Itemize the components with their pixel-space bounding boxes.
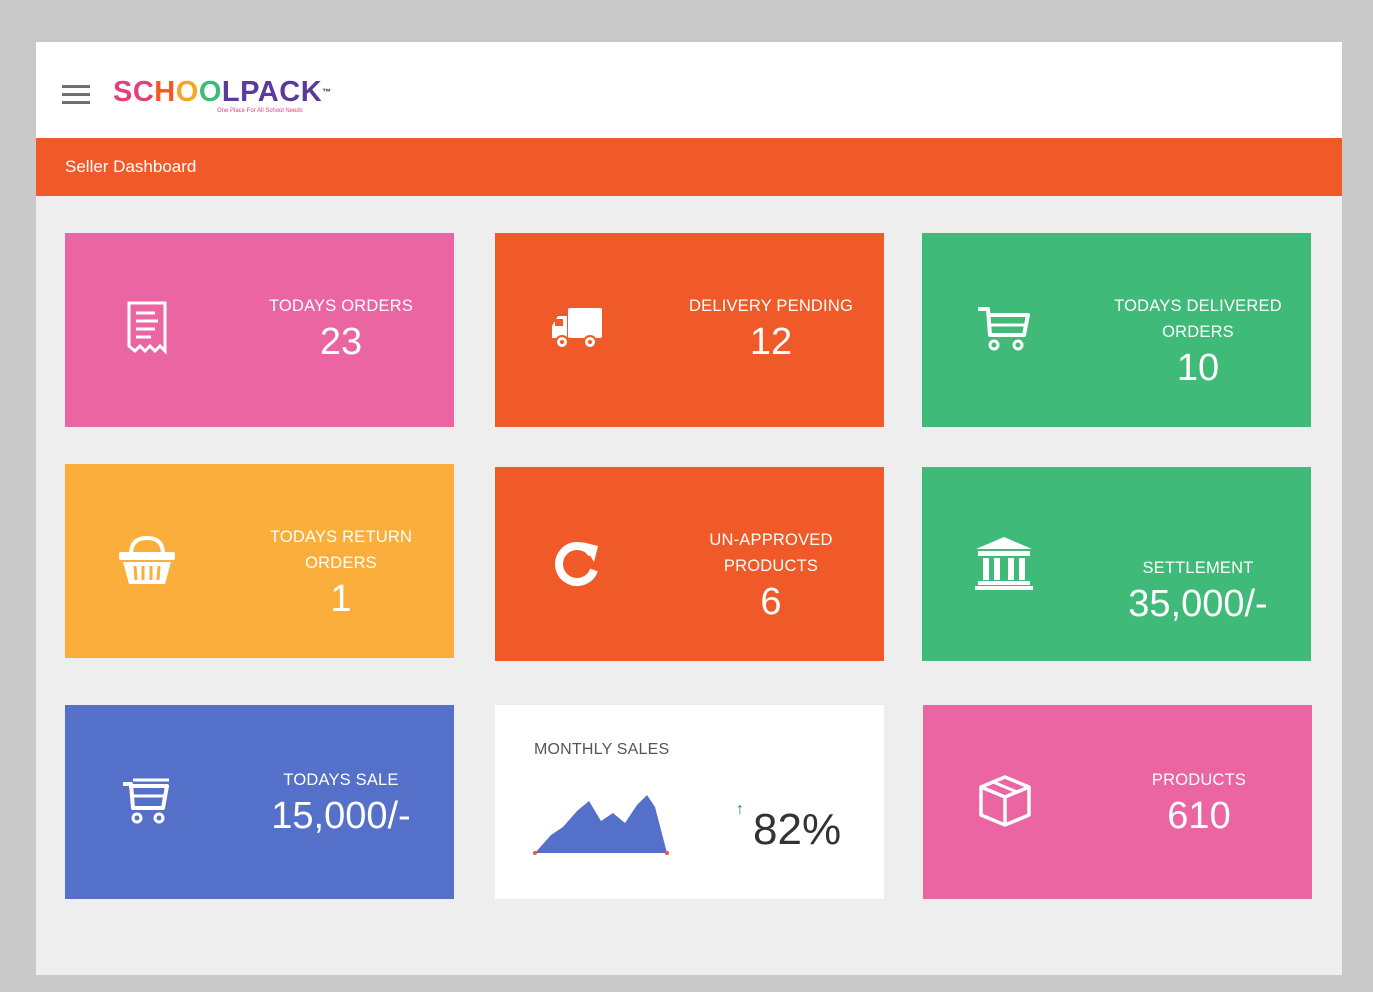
- app-window: SCHOOLPACK™ One Place For All School Nee…: [36, 42, 1342, 975]
- card-info: DELIVERY PENDING 12: [673, 293, 869, 365]
- card-value: 35,000/-: [1128, 583, 1268, 625]
- card-value: 1: [330, 578, 352, 620]
- card-label: DELIVERY PENDING: [689, 297, 853, 315]
- card-todays-sale[interactable]: TODAYS SALE 15,000/-: [65, 705, 454, 899]
- logo-wordmark: SCHOOLPACK™: [113, 76, 332, 108]
- card-monthly-sales[interactable]: MONTHLY SALES ↑ 82%: [495, 705, 884, 899]
- basket-icon: [115, 528, 179, 592]
- cart-icon: [972, 297, 1036, 361]
- card-value: 23: [319, 321, 363, 363]
- card-label: PRODUCTS: [1151, 771, 1247, 789]
- bank-icon: [972, 531, 1036, 595]
- card-info: SETTLEMENT 35,000/-: [1100, 555, 1296, 627]
- card-products[interactable]: PRODUCTS 610: [923, 705, 1312, 899]
- cart-icon: [115, 769, 179, 833]
- card-todays-orders[interactable]: TODAYS ORDERS 23: [65, 233, 454, 427]
- card-todays-delivered[interactable]: TODAYS DELIVERED ORDERS 10: [922, 233, 1311, 427]
- card-label: SETTLEMENT: [1142, 559, 1254, 577]
- receipt-icon: [115, 297, 179, 361]
- monthly-sales-sparkline: [533, 795, 669, 855]
- schoolpack-logo[interactable]: SCHOOLPACK™ One Place For All School Nee…: [113, 76, 332, 120]
- page-header-bar: Seller Dashboard: [36, 138, 1342, 196]
- truck-icon: [545, 297, 609, 361]
- box-icon: [973, 769, 1037, 833]
- card-label: UN-APPROVED PRODUCTS: [709, 531, 833, 575]
- card-value: 15,000/-: [271, 795, 411, 837]
- card-todays-return[interactable]: TODAYS RETURN ORDERS 1: [65, 464, 454, 658]
- card-info: TODAYS ORDERS 23: [243, 293, 439, 365]
- page-title: Seller Dashboard: [65, 157, 197, 176]
- card-unapproved-products[interactable]: UN-APPROVED PRODUCTS 6: [495, 467, 884, 661]
- card-label: TODAYS SALE: [283, 771, 399, 789]
- card-label: MONTHLY SALES: [534, 741, 670, 758]
- hamburger-menu-icon[interactable]: [62, 85, 90, 105]
- card-value: 10: [1176, 347, 1220, 389]
- card-info: TODAYS DELIVERED ORDERS 10: [1100, 293, 1296, 391]
- card-value: 610: [1167, 795, 1231, 837]
- card-settlement[interactable]: SETTLEMENT 35,000/-: [922, 467, 1311, 661]
- card-value: 12: [749, 321, 793, 363]
- card-delivery-pending[interactable]: DELIVERY PENDING 12: [495, 233, 884, 427]
- monthly-sales-value: 82%: [753, 805, 842, 854]
- card-value: 6: [760, 581, 782, 623]
- card-label: TODAYS RETURN ORDERS: [269, 528, 413, 572]
- card-info: TODAYS SALE 15,000/-: [243, 767, 439, 839]
- trend-up-icon: ↑: [736, 801, 744, 818]
- card-info: PRODUCTS 610: [1101, 767, 1297, 839]
- logo-tagline: One Place For All School Needs: [217, 108, 303, 114]
- refresh-icon: [545, 531, 609, 595]
- card-label: TODAYS ORDERS: [268, 297, 414, 315]
- card-info: TODAYS RETURN ORDERS 1: [243, 524, 439, 622]
- card-info: UN-APPROVED PRODUCTS 6: [673, 527, 869, 625]
- top-navbar: SCHOOLPACK™ One Place For All School Nee…: [36, 42, 1342, 138]
- card-label: TODAYS DELIVERED ORDERS: [1114, 297, 1282, 341]
